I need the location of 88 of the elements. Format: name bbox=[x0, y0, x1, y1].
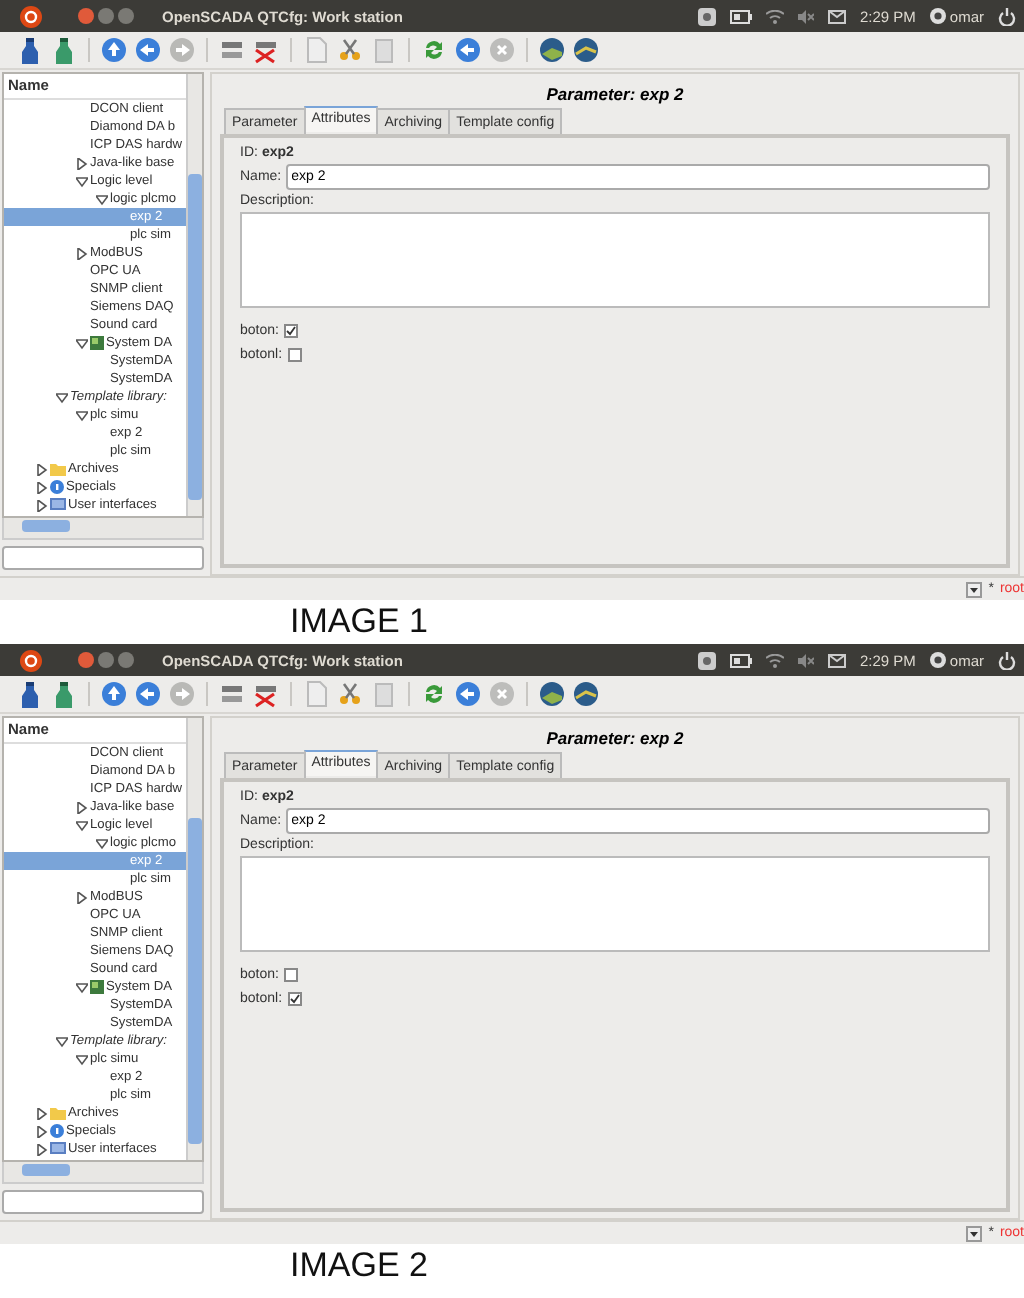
input-field[interactable] bbox=[2, 1190, 204, 1214]
parameter-heading: Parameter: exp 2 bbox=[544, 726, 686, 752]
globe-icon[interactable] bbox=[538, 36, 566, 64]
device-icon bbox=[90, 336, 104, 350]
minimize-button[interactable] bbox=[98, 652, 114, 668]
arrow-up-icon[interactable] bbox=[100, 36, 128, 64]
collapsed-arrow-icon[interactable] bbox=[36, 499, 48, 511]
vertical-scrollbar[interactable] bbox=[186, 74, 202, 516]
input-field[interactable] bbox=[2, 546, 204, 570]
dropdown-button[interactable] bbox=[966, 581, 983, 597]
clipboard-icon[interactable] bbox=[370, 36, 398, 64]
add-row-icon[interactable] bbox=[218, 680, 246, 708]
vertical-scrollbar[interactable] bbox=[186, 718, 202, 1160]
back-icon[interactable] bbox=[454, 36, 482, 64]
power-icon[interactable] bbox=[998, 651, 1016, 669]
arrow-left-icon[interactable] bbox=[134, 36, 162, 64]
expanded-arrow-icon[interactable] bbox=[76, 981, 88, 993]
battery-icon[interactable] bbox=[729, 653, 752, 667]
image-caption: IMAGE 1 bbox=[288, 600, 430, 644]
collapsed-arrow-icon[interactable] bbox=[76, 801, 88, 813]
folder-icon bbox=[50, 462, 66, 476]
collapsed-arrow-icon[interactable] bbox=[76, 891, 88, 903]
checkbox[interactable] bbox=[284, 967, 299, 981]
expanded-arrow-icon[interactable] bbox=[76, 337, 88, 349]
globe-icon[interactable] bbox=[538, 680, 566, 708]
checkbox[interactable] bbox=[288, 347, 303, 361]
checkbox[interactable] bbox=[288, 991, 303, 1005]
logo-icon bbox=[20, 5, 42, 27]
collapsed-arrow-icon[interactable] bbox=[36, 481, 48, 493]
clipboard-icon[interactable] bbox=[370, 680, 398, 708]
collapsed-arrow-icon[interactable] bbox=[36, 1107, 48, 1119]
globe-icon[interactable] bbox=[572, 36, 600, 64]
device-icon bbox=[90, 980, 104, 994]
power-icon[interactable] bbox=[998, 7, 1016, 25]
delete-row-icon[interactable] bbox=[252, 680, 280, 708]
collapsed-arrow-icon[interactable] bbox=[36, 1125, 48, 1137]
arrow-left-icon[interactable] bbox=[134, 680, 162, 708]
horizontal-scrollbar[interactable] bbox=[2, 518, 204, 540]
back-icon[interactable] bbox=[454, 680, 482, 708]
arrow-up-icon[interactable] bbox=[100, 680, 128, 708]
folder-icon bbox=[50, 1106, 66, 1120]
collapsed-arrow-icon[interactable] bbox=[36, 1143, 48, 1155]
user-icon bbox=[929, 8, 946, 24]
expanded-arrow-icon[interactable] bbox=[76, 409, 88, 421]
speaker-icon[interactable] bbox=[797, 9, 814, 23]
wifi-icon[interactable] bbox=[765, 9, 784, 23]
expanded-arrow-icon[interactable] bbox=[56, 1035, 68, 1047]
bottle-icon[interactable] bbox=[50, 36, 78, 64]
monitor-icon bbox=[50, 498, 66, 512]
expanded-arrow-icon[interactable] bbox=[96, 837, 108, 849]
close-button[interactable] bbox=[78, 8, 94, 24]
bottle-icon[interactable] bbox=[16, 36, 44, 64]
refresh-icon[interactable] bbox=[420, 680, 448, 708]
add-row-icon[interactable] bbox=[218, 36, 246, 64]
logo-icon bbox=[20, 649, 42, 671]
speaker-icon[interactable] bbox=[797, 653, 814, 667]
description-field[interactable] bbox=[240, 212, 990, 308]
maximize-button[interactable] bbox=[118, 652, 134, 668]
battery-icon[interactable] bbox=[729, 9, 752, 23]
monitor-icon bbox=[50, 1142, 66, 1156]
refresh-icon[interactable] bbox=[420, 36, 448, 64]
bottle-icon[interactable] bbox=[50, 680, 78, 708]
maximize-button[interactable] bbox=[118, 8, 134, 24]
collapsed-arrow-icon[interactable] bbox=[76, 247, 88, 259]
horizontal-scrollbar[interactable] bbox=[2, 1162, 204, 1184]
collapsed-arrow-icon[interactable] bbox=[76, 157, 88, 169]
expanded-arrow-icon[interactable] bbox=[96, 193, 108, 205]
globe-icon[interactable] bbox=[572, 680, 600, 708]
mail-icon[interactable] bbox=[827, 653, 846, 667]
dropdown-button[interactable] bbox=[966, 1225, 983, 1241]
expanded-arrow-icon[interactable] bbox=[56, 391, 68, 403]
close-button[interactable] bbox=[78, 652, 94, 668]
expanded-arrow-icon[interactable] bbox=[76, 175, 88, 187]
user-icon bbox=[929, 652, 946, 668]
minimize-button[interactable] bbox=[98, 8, 114, 24]
checkbox[interactable] bbox=[284, 323, 299, 337]
wifi-icon[interactable] bbox=[765, 653, 784, 667]
scissors-icon[interactable] bbox=[336, 36, 364, 64]
image-caption: IMAGE 2 bbox=[288, 1244, 430, 1288]
scissors-icon[interactable] bbox=[336, 680, 364, 708]
expanded-arrow-icon[interactable] bbox=[76, 1053, 88, 1065]
bottle-icon[interactable] bbox=[16, 680, 44, 708]
parameter-heading: Parameter: exp 2 bbox=[544, 82, 686, 108]
delete-row-icon[interactable] bbox=[252, 36, 280, 64]
mail-icon[interactable] bbox=[827, 9, 846, 23]
expanded-arrow-icon[interactable] bbox=[76, 819, 88, 831]
collapsed-arrow-icon[interactable] bbox=[36, 463, 48, 475]
description-field[interactable] bbox=[240, 856, 990, 952]
